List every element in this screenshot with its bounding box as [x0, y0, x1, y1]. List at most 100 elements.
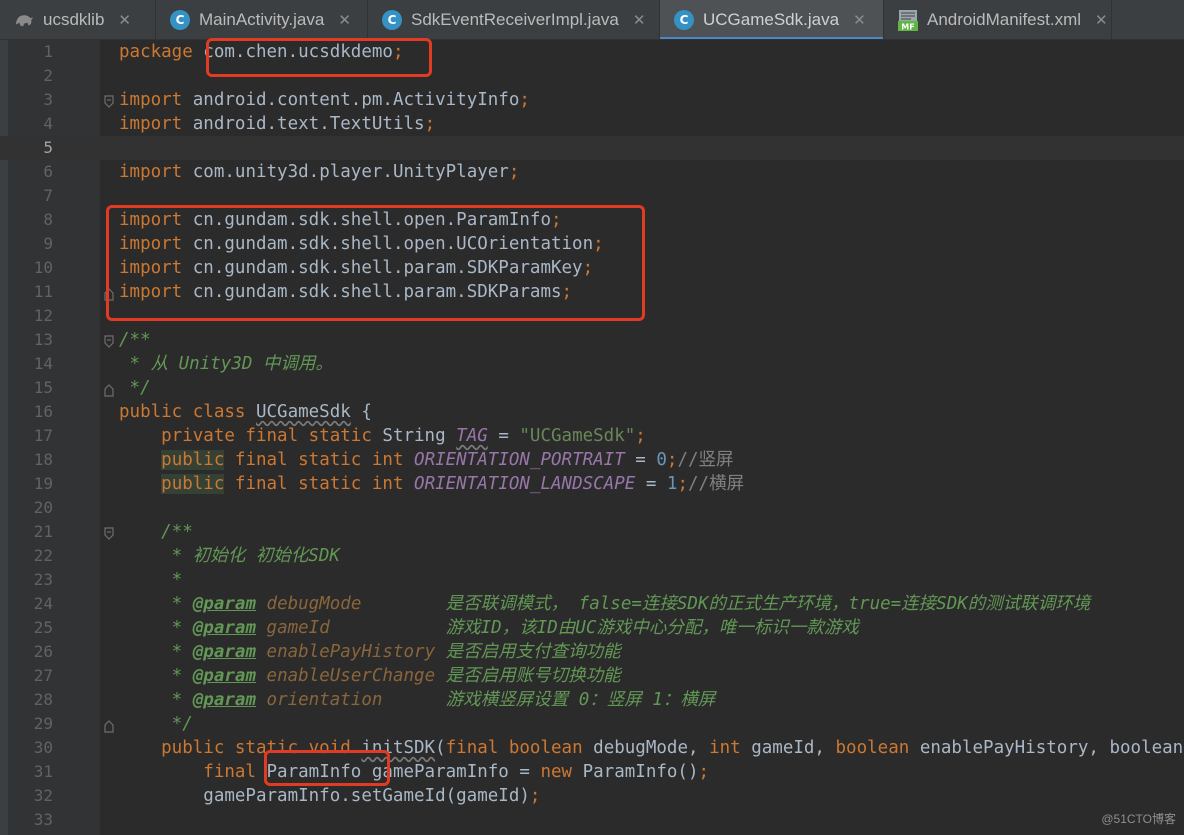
fold-open-icon[interactable]	[104, 332, 114, 348]
code-token: =	[635, 474, 667, 494]
tab-label: ucsdklib	[43, 10, 105, 29]
line-number[interactable]: 33	[8, 808, 53, 832]
code-line[interactable]: 18 public final static int ORIENTATION_P…	[0, 448, 1184, 472]
code-token: gameId	[266, 618, 330, 638]
code-line[interactable]: 1 package com.chen.ucsdkdemo;	[0, 40, 1184, 64]
line-number[interactable]: 14	[8, 352, 53, 376]
line-number[interactable]: 23	[8, 568, 53, 592]
code-line[interactable]: 32 gameParamInfo.setGameId(gameId);	[0, 784, 1184, 808]
code-text: import cn.gundam.sdk.shell.param.SDKPara…	[119, 280, 572, 304]
editor-tab-bar: ucsdklib ✕ C MainActivity.java ✕ C SdkEventRec…	[0, 0, 1184, 40]
line-number[interactable]: 10	[8, 256, 53, 280]
line-number[interactable]: 21	[8, 520, 53, 544]
line-number[interactable]: 12	[8, 304, 53, 328]
close-icon[interactable]: ✕	[633, 11, 646, 29]
code-text: import com.unity3d.player.UnityPlayer;	[119, 160, 519, 184]
tab-ucsdklib[interactable]: ucsdklib ✕	[0, 0, 156, 39]
code-line[interactable]: 2	[0, 64, 1184, 88]
code-token: /**	[119, 522, 193, 542]
code-line[interactable]: 19 public final static int ORIENTATION_L…	[0, 472, 1184, 496]
line-number[interactable]: 15	[8, 376, 53, 400]
code-line[interactable]: 33	[0, 808, 1184, 832]
fold-open-icon[interactable]	[104, 92, 114, 108]
line-number[interactable]: 4	[8, 112, 53, 136]
code-line[interactable]: 5	[0, 136, 1184, 160]
code-line[interactable]: 15 */	[0, 376, 1184, 400]
line-number[interactable]: 7	[8, 184, 53, 208]
code-token: * 初始化 初始化SDK	[119, 546, 340, 566]
code-token: gameParamInfo.setGameId(gameId)	[119, 786, 530, 806]
code-token: 是否联调模式， false=连接SDK的正式生产环境，true=连接SDK的测试…	[361, 594, 1091, 614]
line-number[interactable]: 24	[8, 592, 53, 616]
line-number[interactable]: 32	[8, 784, 53, 808]
code-line[interactable]: 25 * @param gameId 游戏ID，该ID由UC游戏中心分配，唯一标…	[0, 616, 1184, 640]
code-line[interactable]: 17 private final static String TAG = "UC…	[0, 424, 1184, 448]
line-number[interactable]: 16	[8, 400, 53, 424]
line-number[interactable]: 29	[8, 712, 53, 736]
code-line[interactable]: 7	[0, 184, 1184, 208]
code-line[interactable]: 26 * @param enablePayHistory 是否启用支付查询功能	[0, 640, 1184, 664]
code-line[interactable]: 21 /**	[0, 520, 1184, 544]
line-number[interactable]: 8	[8, 208, 53, 232]
line-number[interactable]: 6	[8, 160, 53, 184]
close-icon[interactable]: ✕	[118, 11, 131, 29]
code-line[interactable]: 23 *	[0, 568, 1184, 592]
line-number[interactable]: 30	[8, 736, 53, 760]
line-number[interactable]: 27	[8, 664, 53, 688]
line-number[interactable]: 28	[8, 688, 53, 712]
code-editor[interactable]: 1 package com.chen.ucsdkdemo; 2 3 import and…	[0, 40, 1184, 835]
code-line[interactable]: 14 * 从 Unity3D 中调用。	[0, 352, 1184, 376]
line-number[interactable]: 9	[8, 232, 53, 256]
code-line[interactable]: 30 public static void initSDK(final bool…	[0, 736, 1184, 760]
fold-open-icon[interactable]	[104, 524, 114, 540]
code-line[interactable]: 4 import android.text.TextUtils;	[0, 112, 1184, 136]
code-line[interactable]: 6 import com.unity3d.player.UnityPlayer;	[0, 160, 1184, 184]
line-number[interactable]: 18	[8, 448, 53, 472]
java-class-icon: C	[382, 10, 402, 30]
line-number[interactable]: 31	[8, 760, 53, 784]
line-number[interactable]: 1	[8, 40, 53, 64]
code-line[interactable]: 27 * @param enableUserChange 是否启用账号切换功能	[0, 664, 1184, 688]
line-number[interactable]: 13	[8, 328, 53, 352]
code-line[interactable]: 31 final ParamInfo gameParamInfo = new P…	[0, 760, 1184, 784]
line-number[interactable]: 3	[8, 88, 53, 112]
code-line[interactable]: 11 import cn.gundam.sdk.shell.param.SDKPa…	[0, 280, 1184, 304]
code-line[interactable]: 3 import android.content.pm.ActivityInfo;	[0, 88, 1184, 112]
code-line[interactable]: 12	[0, 304, 1184, 328]
code-token: ;	[529, 786, 541, 806]
code-line[interactable]: 13 /**	[0, 328, 1184, 352]
code-line[interactable]: 16 public class UCGameSdk {	[0, 400, 1184, 424]
code-token: ;	[551, 210, 562, 230]
code-line[interactable]: 10 import cn.gundam.sdk.shell.param.SDKPa…	[0, 256, 1184, 280]
fold-end-icon[interactable]	[104, 380, 114, 397]
tab-ucgamesdk-java[interactable]: C UCGameSdk.java ✕	[660, 0, 884, 39]
line-number[interactable]: 2	[8, 64, 53, 88]
line-number[interactable]: 20	[8, 496, 53, 520]
fold-end-icon[interactable]	[104, 284, 114, 301]
code-line[interactable]: 29 */	[0, 712, 1184, 736]
code-line[interactable]: 24 * @param debugMode 是否联调模式， false=连接SD…	[0, 592, 1184, 616]
line-number[interactable]: 17	[8, 424, 53, 448]
close-icon[interactable]: ✕	[853, 11, 866, 29]
tab-mainactivity-java[interactable]: C MainActivity.java ✕	[156, 0, 368, 39]
line-number[interactable]: 22	[8, 544, 53, 568]
code-line[interactable]: 9 import cn.gundam.sdk.shell.open.UCOrien…	[0, 232, 1184, 256]
fold-end-icon[interactable]	[104, 716, 114, 733]
code-token: import	[119, 210, 193, 230]
code-line[interactable]: 8 import cn.gundam.sdk.shell.open.ParamIn…	[0, 208, 1184, 232]
line-number[interactable]: 5	[8, 136, 53, 160]
close-icon[interactable]: ✕	[1095, 11, 1108, 29]
code-line[interactable]: 28 * @param orientation 游戏横竖屏设置 0：竖屏 1：横…	[0, 688, 1184, 712]
code-line[interactable]: 22 * 初始化 初始化SDK	[0, 544, 1184, 568]
line-number[interactable]: 11	[8, 280, 53, 304]
close-icon[interactable]: ✕	[338, 11, 351, 29]
tab-androidmanifest-xml[interactable]: MF AndroidManifest.xml ✕	[884, 0, 1112, 39]
line-number[interactable]: 19	[8, 472, 53, 496]
line-number[interactable]: 25	[8, 616, 53, 640]
line-number[interactable]: 26	[8, 640, 53, 664]
code-line[interactable]: 20	[0, 496, 1184, 520]
tab-sdkeventreceiverimpl-java[interactable]: C SdkEventReceiverImpl.java ✕	[368, 0, 660, 39]
